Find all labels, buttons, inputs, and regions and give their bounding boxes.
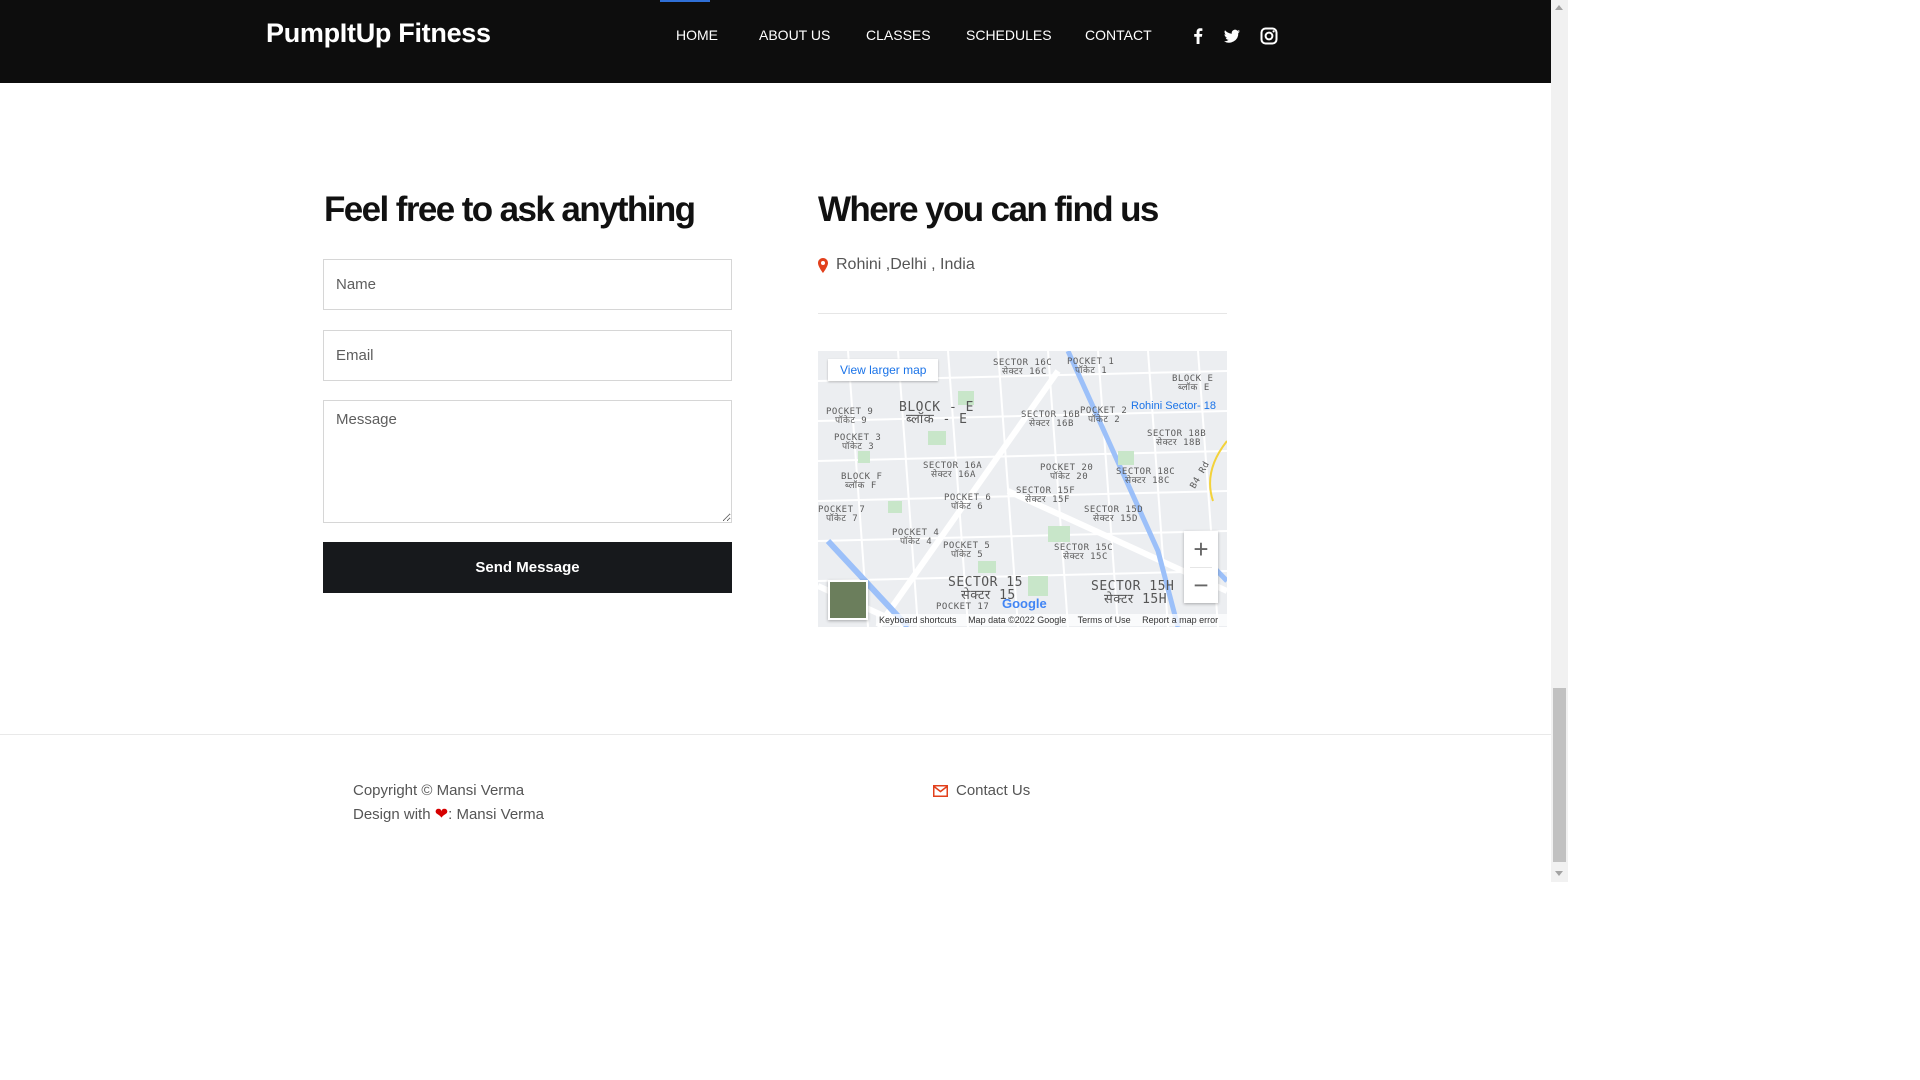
map-label: सेक्टर 15F bbox=[1025, 495, 1070, 505]
map-label: POCKET 17 bbox=[936, 602, 990, 612]
google-logo: Google bbox=[1002, 596, 1047, 611]
nav-contact[interactable]: CONTACT bbox=[1085, 27, 1152, 47]
nav-schedules[interactable]: SCHEDULES bbox=[966, 27, 1052, 47]
map-data-text: Map data ©2022 Google bbox=[968, 615, 1067, 625]
map-label: सेक्टर 18C bbox=[1125, 476, 1170, 486]
map-zoom-control: + − bbox=[1184, 531, 1218, 603]
map-label: सेक्टर 15C bbox=[1063, 552, 1108, 562]
map-label: पॉकेट 5 bbox=[951, 550, 984, 560]
design-credit-prefix: Design with bbox=[353, 806, 431, 823]
report-map-error-link[interactable]: Report a map error bbox=[1142, 615, 1218, 625]
keyboard-shortcuts-link[interactable]: Keyboard shortcuts bbox=[879, 615, 957, 625]
map-label: पॉकेट 2 bbox=[1088, 415, 1121, 425]
contact-form-title: Feel free to ask anything bbox=[324, 190, 696, 229]
location-title: Where you can find us bbox=[818, 190, 1159, 229]
scroll-up-arrow[interactable] bbox=[1555, 5, 1563, 10]
email-input[interactable] bbox=[323, 330, 732, 381]
zoom-out-button[interactable]: − bbox=[1184, 567, 1218, 603]
scroll-down-arrow[interactable] bbox=[1555, 871, 1563, 876]
heart-icon: ❤ bbox=[434, 806, 449, 823]
map-label: पॉकेट 9 bbox=[835, 416, 868, 426]
nav-classes[interactable]: CLASSES bbox=[866, 27, 931, 47]
map-label: ब्लॉक E bbox=[1178, 383, 1210, 393]
map-label: सेक्टर 15D bbox=[1093, 514, 1138, 524]
send-message-button[interactable]: Send Message bbox=[323, 542, 732, 593]
scrollbar-thumb[interactable] bbox=[1553, 688, 1566, 862]
name-input[interactable] bbox=[323, 259, 732, 310]
map-label: सेक्टर 18B bbox=[1156, 438, 1201, 448]
footer-contact-label[interactable]: Contact Us bbox=[956, 782, 1030, 799]
map-label: पॉकेट 3 bbox=[842, 442, 875, 452]
map-place-name[interactable]: Rohini Sector- 18 bbox=[1131, 400, 1216, 412]
map-label: पॉकेट 7 bbox=[826, 514, 859, 524]
map-marker-icon bbox=[818, 258, 828, 273]
map-label: पॉकेट 6 bbox=[951, 502, 984, 512]
footer-divider bbox=[0, 734, 1551, 735]
instagram-icon[interactable] bbox=[1259, 26, 1279, 46]
message-textarea[interactable] bbox=[323, 400, 732, 523]
map-label: पॉकेट 4 bbox=[900, 537, 933, 547]
map-label: पॉकेट 1 bbox=[1075, 366, 1108, 376]
google-map[interactable]: BLOCK - E ब्लॉक - E SECTOR 16C सेक्टर 16… bbox=[818, 351, 1227, 627]
map-label: सेक्टर 16B bbox=[1029, 419, 1074, 429]
map-label: सेक्टर 16A bbox=[931, 470, 976, 480]
nav-active-indicator bbox=[660, 0, 710, 2]
map-label: ब्लॉक F bbox=[845, 481, 877, 491]
twitter-icon[interactable] bbox=[1222, 26, 1242, 46]
address-text: Rohini ,Delhi , India bbox=[836, 256, 975, 273]
map-label: ब्लॉक - E bbox=[906, 412, 968, 427]
satellite-view-toggle[interactable] bbox=[828, 580, 868, 620]
nav-home[interactable]: HOME bbox=[676, 27, 718, 47]
design-credit-suffix: : Mansi Verma bbox=[448, 806, 544, 823]
copyright-text: Copyright © Mansi Verma bbox=[353, 782, 525, 799]
brand-logo[interactable]: PumpItUp Fitness bbox=[266, 18, 491, 49]
top-navbar: PumpItUp Fitness HOME ABOUT US CLASSES S… bbox=[0, 0, 1551, 83]
view-larger-map-link[interactable]: View larger map bbox=[828, 359, 939, 381]
map-label: सेक्टर 16C bbox=[1002, 367, 1047, 377]
terms-of-use-link[interactable]: Terms of Use bbox=[1078, 615, 1131, 625]
facebook-icon[interactable] bbox=[1188, 26, 1208, 46]
zoom-in-button[interactable]: + bbox=[1184, 531, 1218, 567]
location-divider bbox=[818, 313, 1227, 314]
map-label: सेक्टर 15H bbox=[1104, 592, 1168, 607]
design-credit: Design with ❤: Mansi Verma bbox=[353, 804, 544, 824]
map-footer: Keyboard shortcuts Map data ©2022 Google… bbox=[876, 614, 1227, 626]
nav-about-us[interactable]: ABOUT US bbox=[759, 27, 830, 47]
envelope-icon bbox=[933, 785, 948, 797]
map-label: पॉकेट 20 bbox=[1050, 472, 1089, 482]
